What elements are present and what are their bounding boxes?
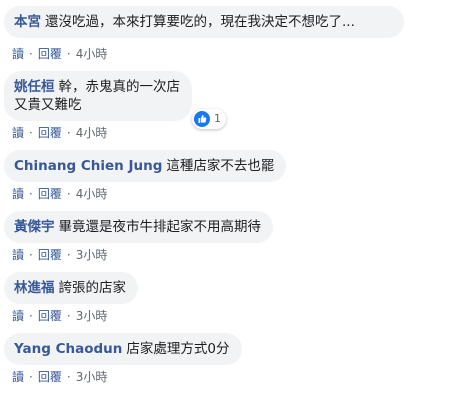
separator: ·: [66, 248, 71, 262]
comment-bubble: Yang Chaodun 店家處理方式0分: [4, 333, 242, 365]
separator: ·: [66, 309, 71, 323]
separator: ·: [66, 47, 71, 61]
like-link[interactable]: 讀: [12, 248, 24, 262]
separator: ·: [66, 370, 71, 384]
comment-text: 這種店家不去也罷: [166, 158, 275, 174]
reply-link[interactable]: 回覆: [38, 187, 62, 201]
like-link[interactable]: 讀: [12, 370, 24, 384]
comment: 本宮 還沒吃過，本來打算要吃的，現在我決定不想吃了... 讀 · 回覆 · 4小時: [4, 6, 459, 62]
comment-bubble: 本宮 還沒吃過，本來打算要吃的，現在我決定不想吃了...: [4, 6, 404, 38]
comment: Yang Chaodun 店家處理方式0分 讀 · 回覆 · 3小時: [4, 333, 459, 385]
comment-actions: 讀 · 回覆 · 3小時: [12, 247, 459, 263]
comment-time[interactable]: 3小時: [76, 248, 108, 262]
reply-link[interactable]: 回覆: [38, 126, 62, 140]
comment-author[interactable]: 本宮: [14, 14, 41, 30]
separator: ·: [29, 47, 33, 61]
comment-text: 店家處理方式0分: [126, 341, 230, 357]
comment-actions: 讀 · 回覆 · 4小時: [12, 125, 459, 141]
comment-actions: 讀 · 回覆 · 3小時: [12, 308, 459, 324]
comment-text: 還沒吃過，本來打算要吃的，現在我決定不想吃了...: [45, 14, 355, 30]
reaction-badge[interactable]: 1: [192, 109, 226, 129]
comment-text-line-2: 又貴又難吃: [14, 97, 82, 113]
reaction-count: 1: [214, 112, 221, 125]
separator: ·: [29, 309, 33, 323]
comment-author[interactable]: Chinang Chien Jung: [14, 158, 162, 174]
comment: Chinang Chien Jung 這種店家不去也罷 讀 · 回覆 · 4小時: [4, 150, 459, 202]
comment-author[interactable]: 林進福: [14, 280, 55, 296]
comment-text: 畢竟還是夜市牛排起家不用高期待: [58, 219, 262, 235]
comment-time[interactable]: 3小時: [76, 309, 108, 323]
comment-list: 本宮 還沒吃過，本來打算要吃的，現在我決定不想吃了... 讀 · 回覆 · 4小時 姚任桓…: [4, 6, 459, 394]
separator: ·: [66, 126, 71, 140]
like-link[interactable]: 讀: [12, 187, 24, 201]
comment-time[interactable]: 4小時: [76, 126, 108, 140]
comment-time[interactable]: 4小時: [76, 187, 108, 201]
comment: 黃傑宇 畢竟還是夜市牛排起家不用高期待 讀 · 回覆 · 3小時: [4, 211, 459, 263]
reply-link[interactable]: 回覆: [38, 370, 62, 384]
comment-author[interactable]: 姚任桓: [14, 79, 55, 95]
reply-link[interactable]: 回覆: [38, 47, 62, 61]
comment-time[interactable]: 4小時: [76, 47, 108, 61]
comment-bubble: 林進福 誇張的店家: [4, 272, 138, 304]
comment: 姚任桓 幹，赤鬼真的一次店 又貴又難吃 1 讀 · 回覆 · 4小時: [4, 71, 459, 141]
comment-text: 誇張的店家: [58, 280, 127, 296]
separator: ·: [29, 370, 33, 384]
comment-author[interactable]: Yang Chaodun: [14, 341, 122, 357]
like-link[interactable]: 讀: [12, 47, 24, 61]
separator: ·: [29, 187, 33, 201]
separator: ·: [29, 248, 33, 262]
comment-actions: 讀 · 回覆 · 4小時: [12, 186, 459, 202]
comment-bubble: 黃傑宇 畢竟還是夜市牛排起家不用高期待: [4, 211, 273, 243]
comment-author[interactable]: 黃傑宇: [14, 219, 55, 235]
comment-time[interactable]: 3小時: [76, 370, 108, 384]
comment-text-line-1: 幹，赤鬼真的一次店: [58, 79, 181, 95]
like-link[interactable]: 讀: [12, 126, 24, 140]
reply-link[interactable]: 回覆: [38, 248, 62, 262]
comment: 林進福 誇張的店家 讀 · 回覆 · 3小時: [4, 272, 459, 324]
comment-actions: 讀 · 回覆 · 3小時: [12, 369, 459, 385]
like-icon: [194, 111, 210, 127]
like-link[interactable]: 讀: [12, 309, 24, 323]
comment-bubble: Chinang Chien Jung 這種店家不去也罷: [4, 150, 287, 182]
separator: ·: [66, 187, 71, 201]
reply-link[interactable]: 回覆: [38, 309, 62, 323]
separator: ·: [29, 126, 33, 140]
comment-bubble: 姚任桓 幹，赤鬼真的一次店 又貴又難吃 1: [4, 71, 226, 129]
comment-actions: 讀 · 回覆 · 4小時: [12, 46, 459, 62]
